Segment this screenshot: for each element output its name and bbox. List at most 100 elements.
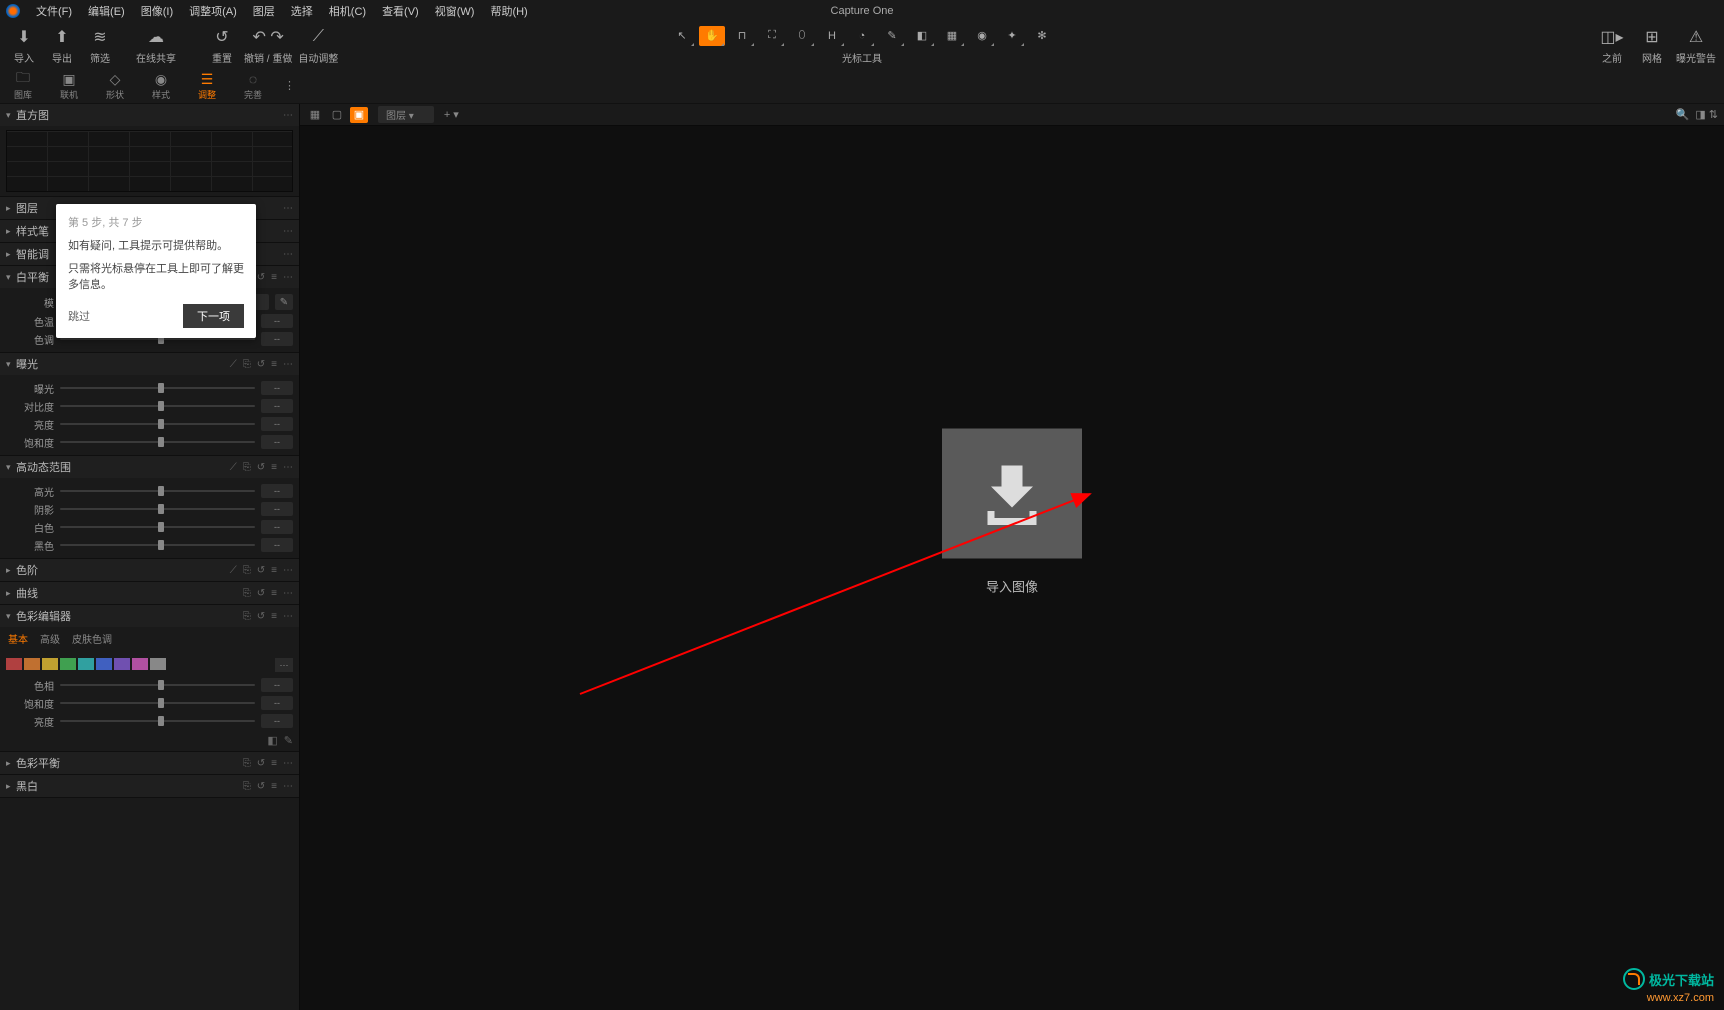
- auto-adjust-button[interactable]: ⟋自动调整: [298, 26, 338, 65]
- panel-menu-icon[interactable]: ⋯: [283, 758, 293, 769]
- menu-file[interactable]: 文件(F): [28, 0, 80, 22]
- slider-hue[interactable]: [60, 684, 255, 686]
- menu-help[interactable]: 帮助(H): [482, 0, 535, 22]
- panel-menu-icon[interactable]: ⋯: [283, 359, 293, 370]
- reset-icon[interactable]: ↺: [257, 272, 265, 283]
- add-layer-icon[interactable]: + ▾: [444, 108, 459, 121]
- reset-icon[interactable]: ↺: [257, 565, 265, 576]
- auto-icon[interactable]: ⟋: [230, 565, 237, 576]
- slider-shadow[interactable]: [60, 508, 255, 510]
- hand-tool[interactable]: ✋: [699, 26, 725, 46]
- color-swatch-4[interactable]: [78, 658, 94, 670]
- exposure-warning-button[interactable]: ⚠曝光警告: [1676, 26, 1716, 65]
- import-drop-area[interactable]: 导入图像: [942, 428, 1082, 595]
- copy-icon[interactable]: ⎘: [243, 462, 251, 473]
- preset-icon[interactable]: ≡: [271, 611, 277, 622]
- linear-tool[interactable]: ▦: [939, 26, 965, 46]
- panel-menu-icon[interactable]: ⋯: [283, 588, 293, 599]
- ce-tab-advanced[interactable]: 高级: [40, 631, 60, 646]
- panel-menu-icon[interactable]: ⋯: [283, 110, 293, 121]
- menu-image[interactable]: 图像(I): [133, 0, 181, 22]
- view-single-icon[interactable]: ▢: [328, 107, 346, 123]
- tab-library[interactable]: 🗀图库: [0, 68, 46, 104]
- panel-menu-icon[interactable]: ⋯: [283, 462, 293, 473]
- view-grid-icon[interactable]: ▦: [306, 107, 324, 123]
- copy-icon[interactable]: ⎘: [243, 611, 251, 622]
- radial-tool[interactable]: ◉: [969, 26, 995, 46]
- wb-picker-icon[interactable]: ✎: [275, 294, 293, 310]
- mask-tool[interactable]: ◔: [849, 26, 875, 46]
- panel-menu-icon[interactable]: ⋯: [283, 226, 293, 237]
- preset-icon[interactable]: ≡: [271, 588, 277, 599]
- copy-icon[interactable]: ⎘: [243, 565, 251, 576]
- reset-button[interactable]: ↺重置: [206, 26, 238, 65]
- color-swatch-0[interactable]: [6, 658, 22, 670]
- magic-tool[interactable]: ✦: [999, 26, 1025, 46]
- slider-white[interactable]: [60, 526, 255, 528]
- ce-mask-icon[interactable]: ◧: [267, 734, 277, 747]
- before-after-button[interactable]: ◫▸之前: [1596, 26, 1628, 65]
- select-tool[interactable]: ↖: [669, 26, 695, 46]
- preset-icon[interactable]: ≡: [271, 272, 277, 283]
- export-button[interactable]: ⬆导出: [46, 26, 78, 65]
- color-swatch-7[interactable]: [132, 658, 148, 670]
- slider-exposure[interactable]: [60, 387, 255, 389]
- expand-icon[interactable]: ◨ ⇅: [1695, 108, 1718, 121]
- ce-tab-skin[interactable]: 皮肤色调: [72, 631, 112, 646]
- panel-menu-icon[interactable]: ⋯: [283, 565, 293, 576]
- ce-tab-basic[interactable]: 基本: [8, 631, 28, 646]
- tooltip-skip-button[interactable]: 跳过: [68, 308, 90, 324]
- panel-menu-icon[interactable]: ⋯: [283, 272, 293, 283]
- preset-icon[interactable]: ≡: [271, 758, 277, 769]
- reset-icon[interactable]: ↺: [257, 611, 265, 622]
- tab-style[interactable]: ◉样式: [138, 68, 184, 104]
- slider-highlight[interactable]: [60, 490, 255, 492]
- keystone-tool[interactable]: ⬯: [789, 26, 815, 46]
- auto-icon[interactable]: ⟋: [230, 359, 237, 370]
- menu-window[interactable]: 视窗(W): [427, 0, 483, 22]
- reset-icon[interactable]: ↺: [257, 462, 265, 473]
- color-swatch-6[interactable]: [114, 658, 130, 670]
- color-swatch-1[interactable]: [24, 658, 40, 670]
- draw-tool[interactable]: ✎: [879, 26, 905, 46]
- view-split-icon[interactable]: ▣: [350, 107, 368, 123]
- copy-icon[interactable]: ⎘: [243, 758, 251, 769]
- more-tabs-button[interactable]: ⋮: [276, 79, 303, 92]
- tooltip-next-button[interactable]: 下一项: [183, 304, 244, 328]
- value-kelvin[interactable]: --: [261, 314, 293, 328]
- reset-icon[interactable]: ↺: [257, 359, 265, 370]
- panel-menu-icon[interactable]: ⋯: [283, 249, 293, 260]
- erase-tool[interactable]: ◧: [909, 26, 935, 46]
- preset-icon[interactable]: ≡: [271, 462, 277, 473]
- swatch-more-icon[interactable]: ⋯: [275, 658, 293, 672]
- import-button[interactable]: ⬇导入: [8, 26, 40, 65]
- menu-select[interactable]: 选择: [283, 0, 321, 22]
- auto-icon[interactable]: ⟋: [230, 462, 237, 473]
- copy-icon[interactable]: ⎘: [243, 588, 251, 599]
- panel-menu-icon[interactable]: ⋯: [283, 203, 293, 214]
- slider-contrast[interactable]: [60, 405, 255, 407]
- crop-tool[interactable]: ⛶: [759, 26, 785, 46]
- slider-black[interactable]: [60, 544, 255, 546]
- menu-edit[interactable]: 编辑(E): [80, 0, 133, 22]
- slider-sat2[interactable]: [60, 702, 255, 704]
- undo-redo-button[interactable]: ↶ ↷撤销 / 重做: [244, 26, 292, 65]
- grid-button[interactable]: ⊞网格: [1636, 26, 1668, 65]
- copy-icon[interactable]: ⎘: [243, 359, 251, 370]
- color-swatch-2[interactable]: [42, 658, 58, 670]
- slider-tint[interactable]: [60, 338, 255, 340]
- menu-camera[interactable]: 相机(C): [321, 0, 374, 22]
- menu-view[interactable]: 查看(V): [374, 0, 427, 22]
- style-tool[interactable]: ✻: [1029, 26, 1055, 46]
- slider-brightness[interactable]: [60, 423, 255, 425]
- color-swatch-8[interactable]: [150, 658, 166, 670]
- filter-button[interactable]: ≋筛选: [84, 26, 116, 65]
- loupe-tool[interactable]: ⊓: [729, 26, 755, 46]
- reset-icon[interactable]: ↺: [257, 758, 265, 769]
- color-swatch-5[interactable]: [96, 658, 112, 670]
- value-tint[interactable]: --: [261, 332, 293, 346]
- tab-tether[interactable]: ▣联机: [46, 68, 92, 104]
- copy-icon[interactable]: ⎘: [243, 781, 251, 792]
- layer-dropdown[interactable]: 图层 ▾: [378, 106, 434, 123]
- tab-adjust[interactable]: ☰调整: [184, 68, 230, 104]
